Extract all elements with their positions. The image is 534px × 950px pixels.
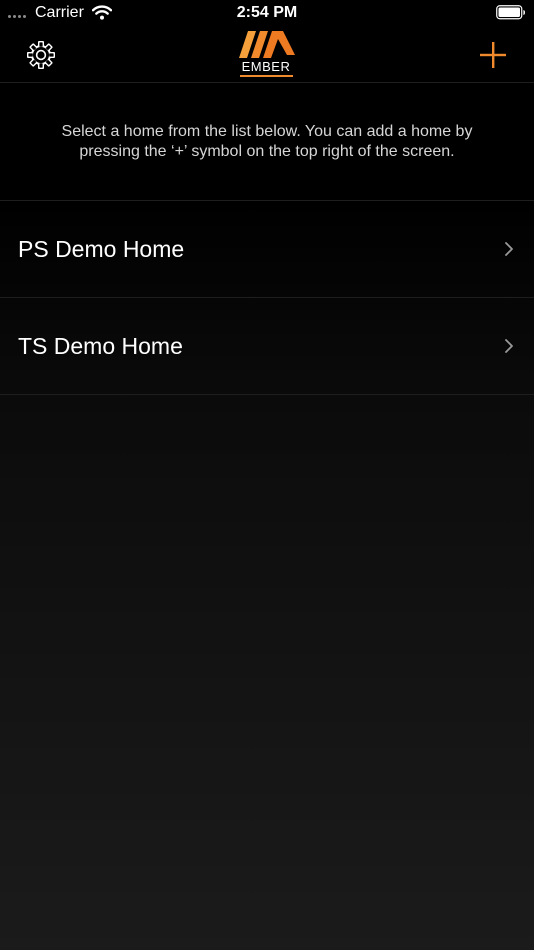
settings-button[interactable]: [24, 38, 58, 72]
logo-underline: [240, 75, 293, 77]
status-bar: Carrier 2:54 PM: [0, 0, 534, 26]
chevron-right-icon: [505, 242, 513, 256]
instructions-panel: Select a home from the list below. You c…: [0, 83, 534, 201]
add-home-button[interactable]: [478, 40, 508, 70]
logo-text: EMBER: [241, 59, 291, 74]
instructions-text: Select a home from the list below. You c…: [61, 122, 473, 160]
home-name: TS Demo Home: [18, 333, 183, 359]
navigation-bar: EMBER: [0, 26, 534, 83]
home-list-item[interactable]: PS Demo Home: [0, 201, 534, 298]
plus-icon: [480, 42, 506, 68]
battery-icon: [496, 5, 525, 20]
home-list-item[interactable]: TS Demo Home: [0, 298, 534, 395]
home-name: PS Demo Home: [18, 236, 185, 262]
ember-logo: EMBER: [237, 31, 297, 79]
gear-icon: [27, 41, 55, 69]
chevron-right-icon: [505, 339, 513, 353]
ember-logo-mark: [239, 31, 295, 58]
status-time: 2:54 PM: [236, 4, 298, 21]
home-list: PS Demo Home TS Demo Home: [0, 201, 534, 395]
